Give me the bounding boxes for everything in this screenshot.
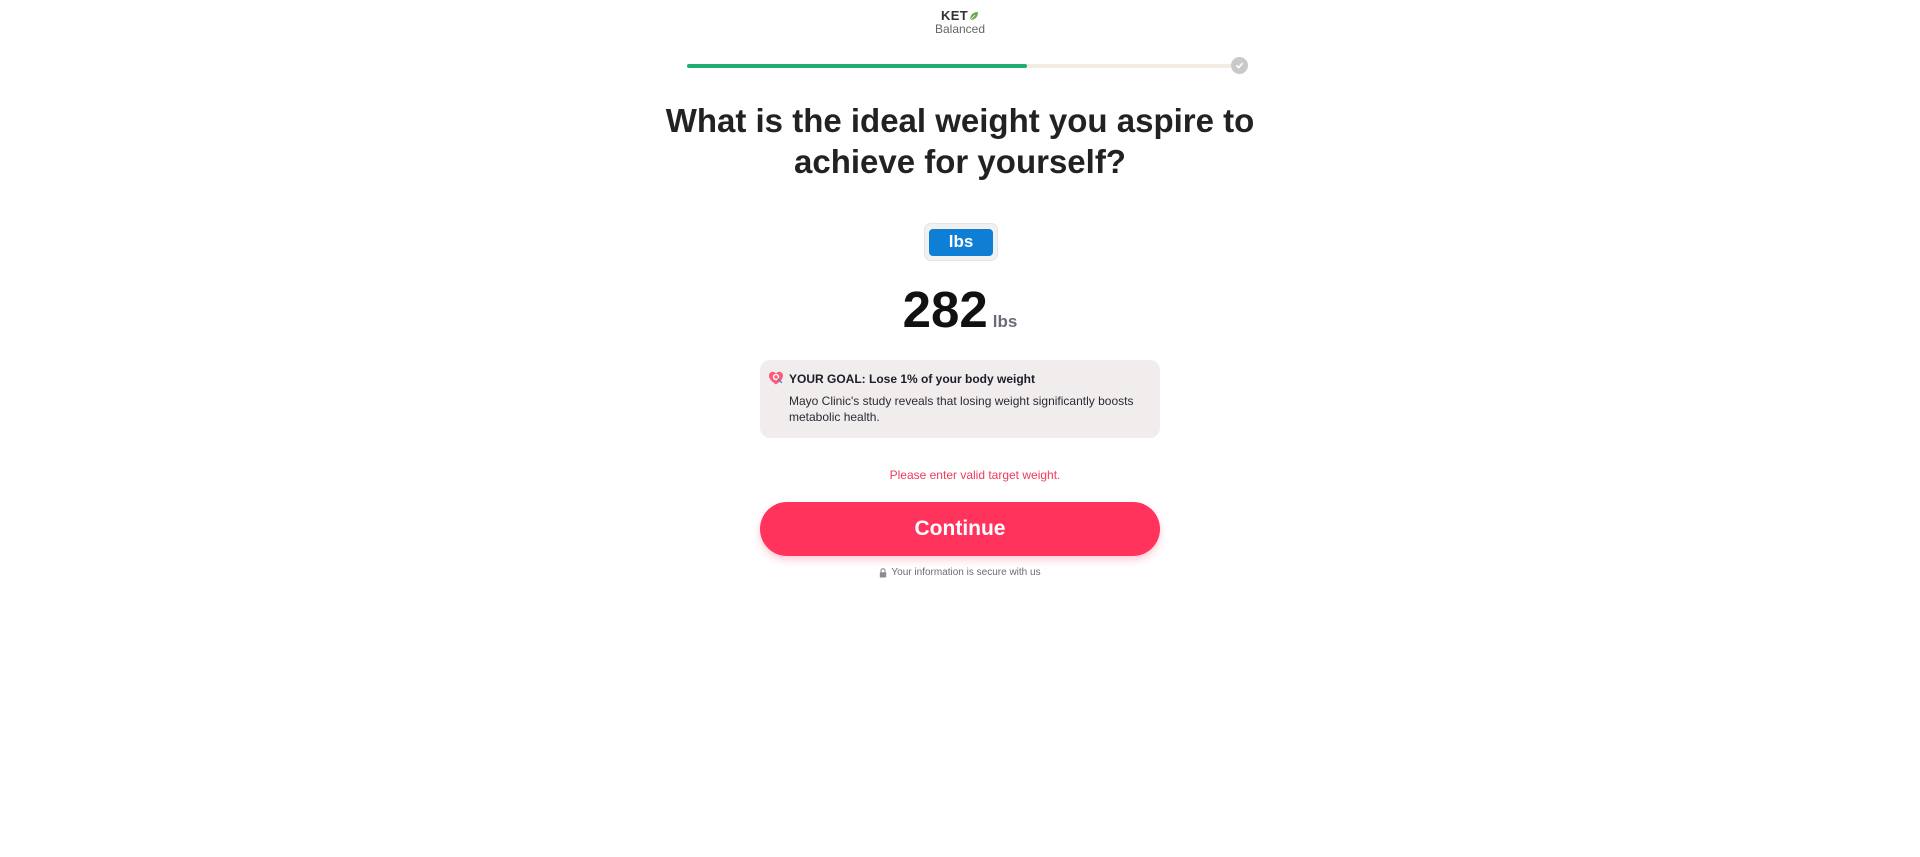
unit-lbs-button[interactable]: lbs [929, 228, 993, 256]
weight-value[interactable]: 282 [903, 284, 988, 335]
logo-top: KET [941, 9, 979, 22]
logo-bottom-text: Balanced [934, 22, 986, 36]
leaf-icon [969, 11, 978, 20]
progress-bar [687, 56, 1249, 74]
question-title: What is the ideal weight you aspire to a… [665, 102, 1255, 180]
progress-fill [687, 64, 1028, 68]
heart-target-icon [769, 371, 783, 385]
progress-track [687, 64, 1236, 68]
error-message: Please enter valid target weight. [889, 468, 1061, 482]
progress-end-marker [1231, 57, 1248, 74]
check-icon [1235, 62, 1244, 69]
lock-icon [880, 567, 887, 577]
weight-unit: lbs [992, 312, 1018, 331]
goal-title: YOUR GOAL: Lose 1% of your body weight [789, 372, 1036, 386]
logo-top-text: KET [941, 8, 968, 23]
secure-note: Your information is secure with us [760, 567, 1160, 578]
continue-button[interactable]: Continue [760, 502, 1160, 556]
brand-logo[interactable]: KET Balanced [935, 9, 985, 35]
unit-toggle: lbs [925, 224, 997, 260]
weight-display[interactable]: 282 lbs [860, 284, 1060, 335]
secure-text: Your information is secure with us [891, 567, 1041, 578]
goal-description: Mayo Clinic's study reveals that losing … [789, 394, 1134, 424]
header: KET Balanced [0, 9, 1920, 35]
goal-card: YOUR GOAL: Lose 1% of your body weight M… [760, 360, 1160, 438]
